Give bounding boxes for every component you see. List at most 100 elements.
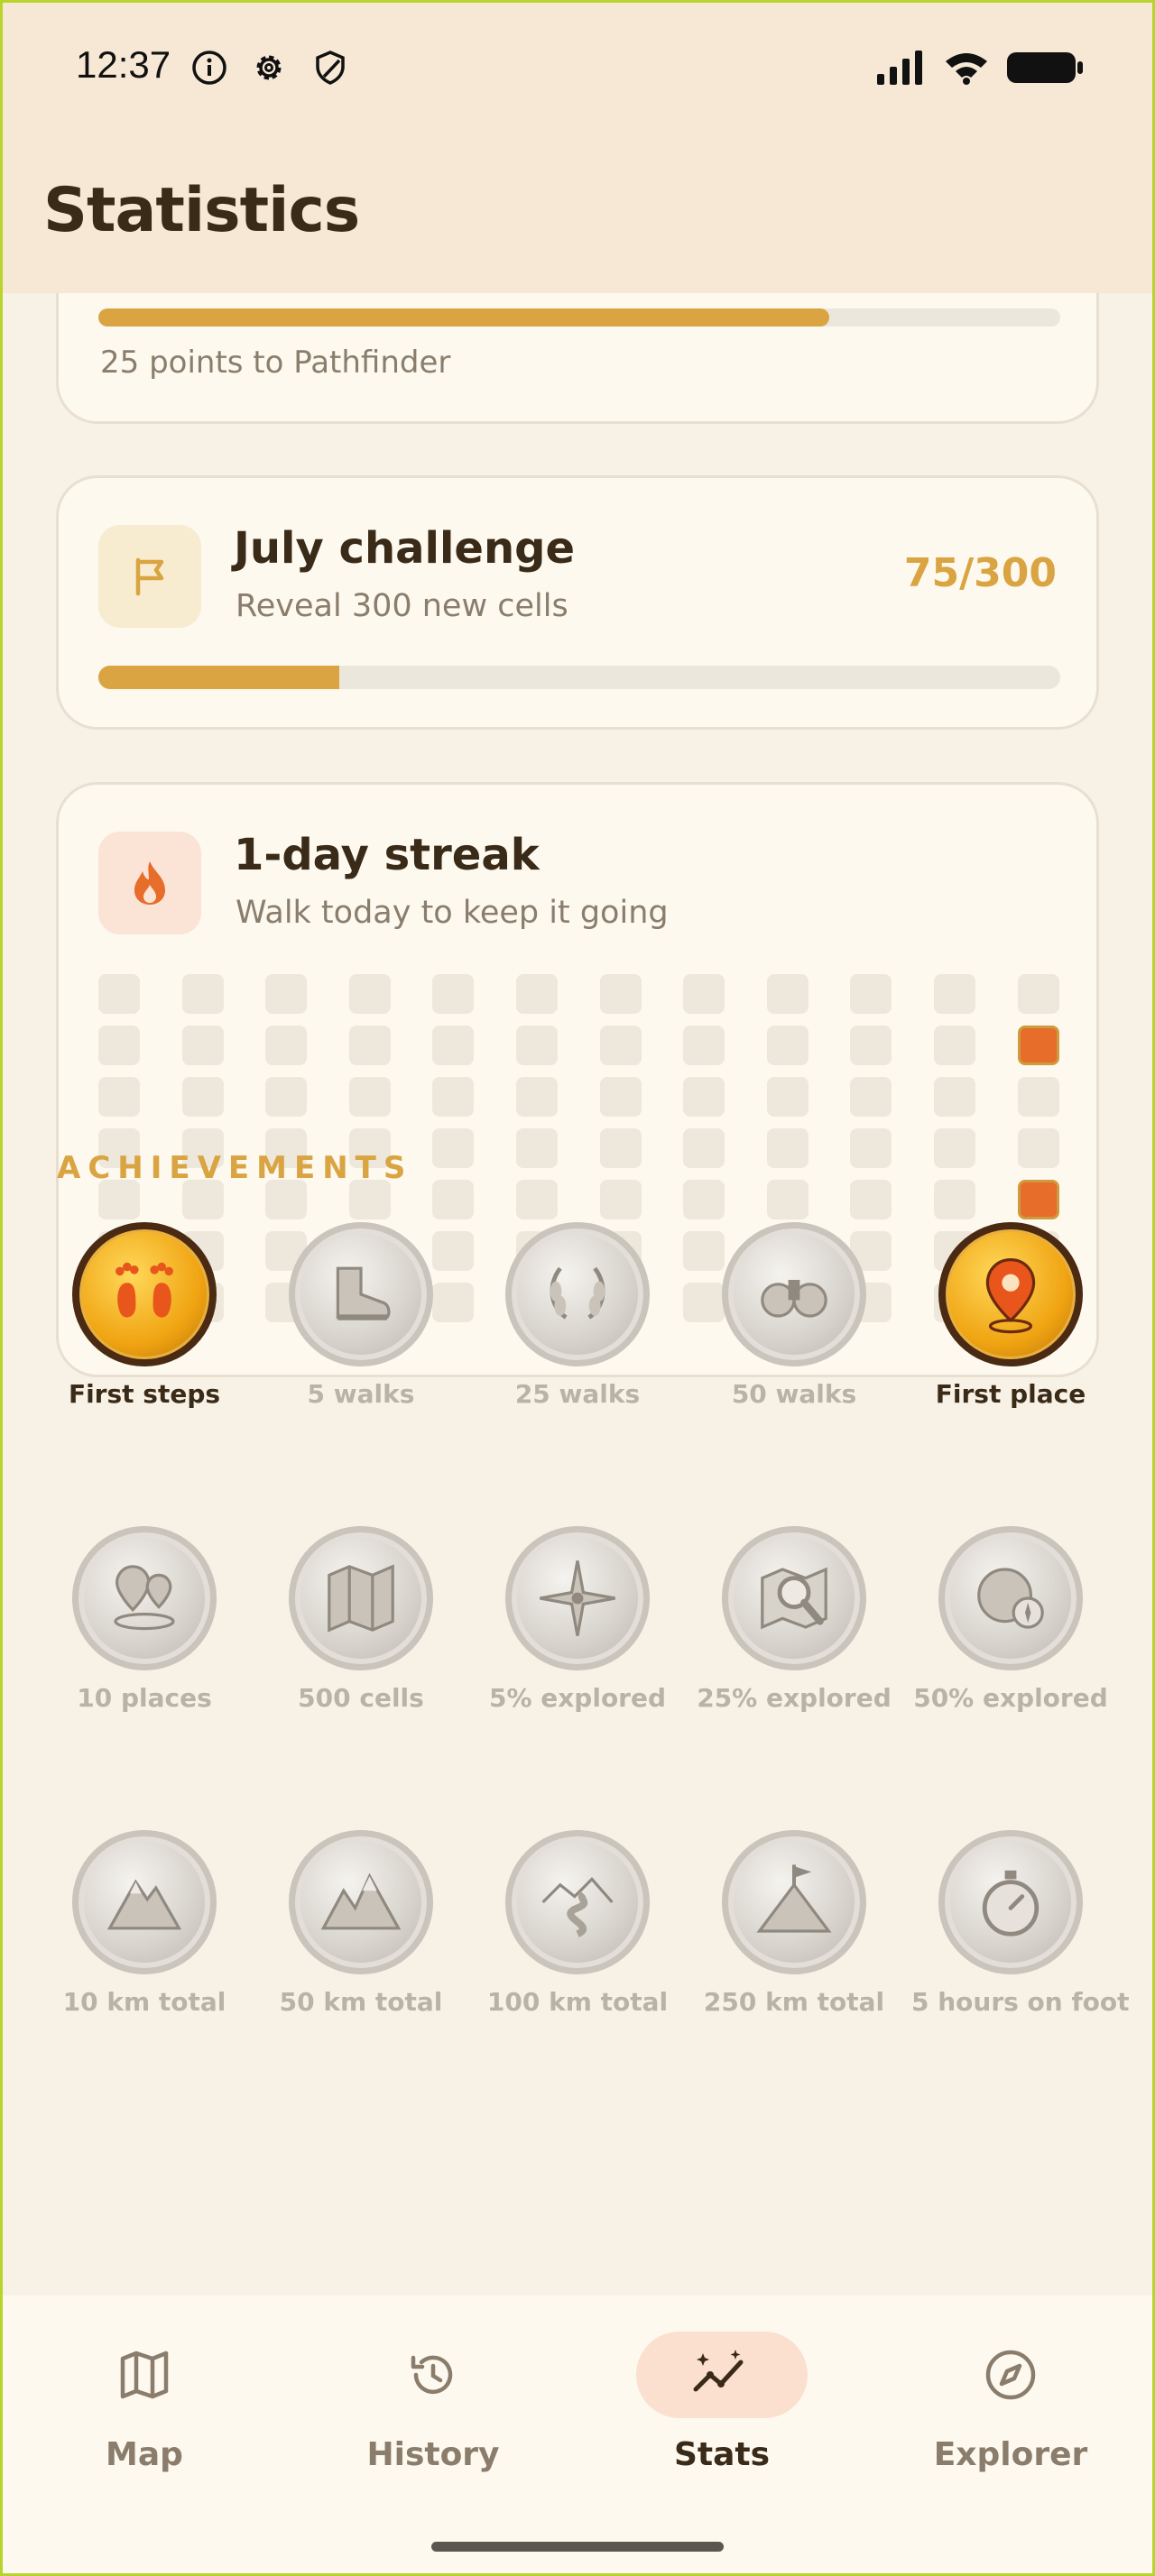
achievement-250-km-total[interactable]: 250 km total: [695, 1830, 893, 2017]
rank-progress-bar: [98, 308, 1060, 327]
streak-day: [766, 1077, 808, 1117]
achievement-medal: [938, 1526, 1083, 1670]
wifi-icon: [946, 53, 987, 85]
home-indicator[interactable]: [431, 2542, 724, 2552]
map-pin-icon: [985, 1257, 1036, 1334]
streak-day: [1017, 1128, 1059, 1168]
achievement-medal: [722, 1830, 866, 1974]
achievement-5-walks[interactable]: 5 walks: [262, 1222, 460, 1409]
streak-day: [850, 974, 892, 1014]
history-icon: [411, 2355, 453, 2395]
streak-day: [683, 1128, 725, 1168]
achievement-10-km-total[interactable]: 10 km total: [45, 1830, 244, 2017]
streak-day: [766, 1026, 808, 1065]
achievement-label: 250 km total: [703, 1987, 885, 2017]
streak-day: [766, 1180, 808, 1219]
streak-day: [516, 1077, 558, 1117]
achievement-label: 10 places: [77, 1683, 212, 1713]
challenge-progress-fill: [98, 666, 339, 689]
gear-icon: [256, 55, 282, 80]
achievement-25-walks[interactable]: 25 walks: [478, 1222, 677, 1409]
bottom-navigation: Map History Stats Explorer: [0, 2295, 1155, 2576]
nav-stats[interactable]: Stats: [623, 2332, 821, 2473]
nav-map-pill: [59, 2332, 230, 2418]
streak-day: [599, 1026, 642, 1065]
challenge-subtitle: Reveal 300 new cells: [236, 588, 568, 624]
compass-icon: [985, 2350, 1036, 2400]
streak-day: [98, 1026, 140, 1065]
achievement-100-km-total[interactable]: 100 km total: [478, 1830, 677, 2017]
achievement-label: 5 hours on foot: [911, 1987, 1130, 2017]
achievement-5-hours-on-foot[interactable]: 5 hours on foot: [911, 1830, 1130, 2017]
streak-day: [98, 974, 140, 1014]
nav-explorer-label: Explorer: [933, 2436, 1088, 2473]
nav-map[interactable]: Map: [45, 2332, 244, 2473]
streak-day: [1017, 974, 1059, 1014]
streak-day: [683, 974, 725, 1014]
winding-road-icon: [541, 1877, 614, 1937]
achievement-label: 10 km total: [62, 1987, 226, 2017]
achievement-first-steps[interactable]: First steps: [45, 1222, 244, 1409]
achievement-10-places[interactable]: 10 places: [45, 1526, 244, 1713]
stopwatch-icon: [982, 1870, 1040, 1937]
streak-day: [683, 1026, 725, 1065]
achievement-500-cells[interactable]: 500 cells: [262, 1526, 460, 1713]
streak-day: [599, 974, 642, 1014]
streak-day: [265, 974, 308, 1014]
rank-progress-fill: [98, 308, 830, 327]
summit-flag-icon: [756, 1864, 832, 1933]
achievement-25-explored[interactable]: 25% explored: [695, 1526, 893, 1713]
achievement-50-km-total[interactable]: 50 km total: [262, 1830, 460, 2017]
achievement-medal: [938, 1830, 1083, 1974]
challenge-progress-bar: [98, 666, 1060, 689]
achievement-medal: [505, 1222, 650, 1366]
footprints-icon: [116, 1262, 173, 1318]
streak-day: [683, 1180, 725, 1219]
challenge-count: 75/300: [903, 550, 1057, 596]
flame-icon: [134, 861, 165, 905]
achievement-label: 500 cells: [298, 1683, 424, 1713]
nav-explorer-pill: [925, 2332, 1096, 2418]
achievement-5-explored[interactable]: 5% explored: [478, 1526, 677, 1713]
achievement-first-place[interactable]: First place: [911, 1222, 1110, 1409]
achievement-50-explored[interactable]: 50% explored: [911, 1526, 1110, 1713]
achievement-label: 100 km total: [486, 1987, 669, 2017]
streak-day: [850, 1077, 892, 1117]
achievement-label: First steps: [68, 1379, 221, 1409]
nav-explorer[interactable]: Explorer: [911, 2332, 1110, 2473]
challenge-icon-box: [98, 525, 201, 628]
streak-day: [516, 1180, 558, 1219]
achievement-label: 50% explored: [913, 1683, 1108, 1713]
challenge-card[interactable]: July challenge Reveal 300 new cells 75/3…: [56, 475, 1099, 730]
streak-icon-box: [98, 832, 201, 934]
laurel-icon: [550, 1266, 605, 1320]
streak-day: [599, 1128, 642, 1168]
streak-day: [683, 1077, 725, 1117]
streak-day: [516, 974, 558, 1014]
mountain-icon: [106, 1879, 182, 1930]
achievement-50-walks[interactable]: 50 walks: [695, 1222, 893, 1409]
streak-day: [1017, 1077, 1059, 1117]
achievement-medal: [72, 1830, 217, 1974]
binoculars-icon: [761, 1280, 827, 1318]
signal-icon: [877, 51, 922, 85]
achievement-label: 5 walks: [307, 1379, 415, 1409]
achievement-medal: [722, 1526, 866, 1670]
nav-history[interactable]: History: [334, 2332, 532, 2473]
flag-icon: [135, 557, 164, 596]
rank-caption: 25 points to Pathfinder: [100, 345, 451, 381]
shield-icon: [316, 51, 345, 85]
streak-day: [516, 1128, 558, 1168]
streak-day: [181, 1026, 224, 1065]
streak-day: [98, 1077, 140, 1117]
streak-day: [432, 1128, 475, 1168]
stats-icon: [693, 2350, 744, 2392]
streak-subtitle: Walk today to keep it going: [236, 895, 669, 931]
streak-day: [348, 1077, 391, 1117]
stats-scroll-area[interactable]: 25 points to Pathfinder July challenge R…: [0, 293, 1155, 2295]
streak-day: [181, 1077, 224, 1117]
streak-day: [432, 1026, 475, 1065]
achievement-label: First place: [935, 1379, 1086, 1409]
streak-title: 1-day streak: [234, 830, 540, 880]
nav-stats-label: Stats: [673, 2436, 771, 2473]
